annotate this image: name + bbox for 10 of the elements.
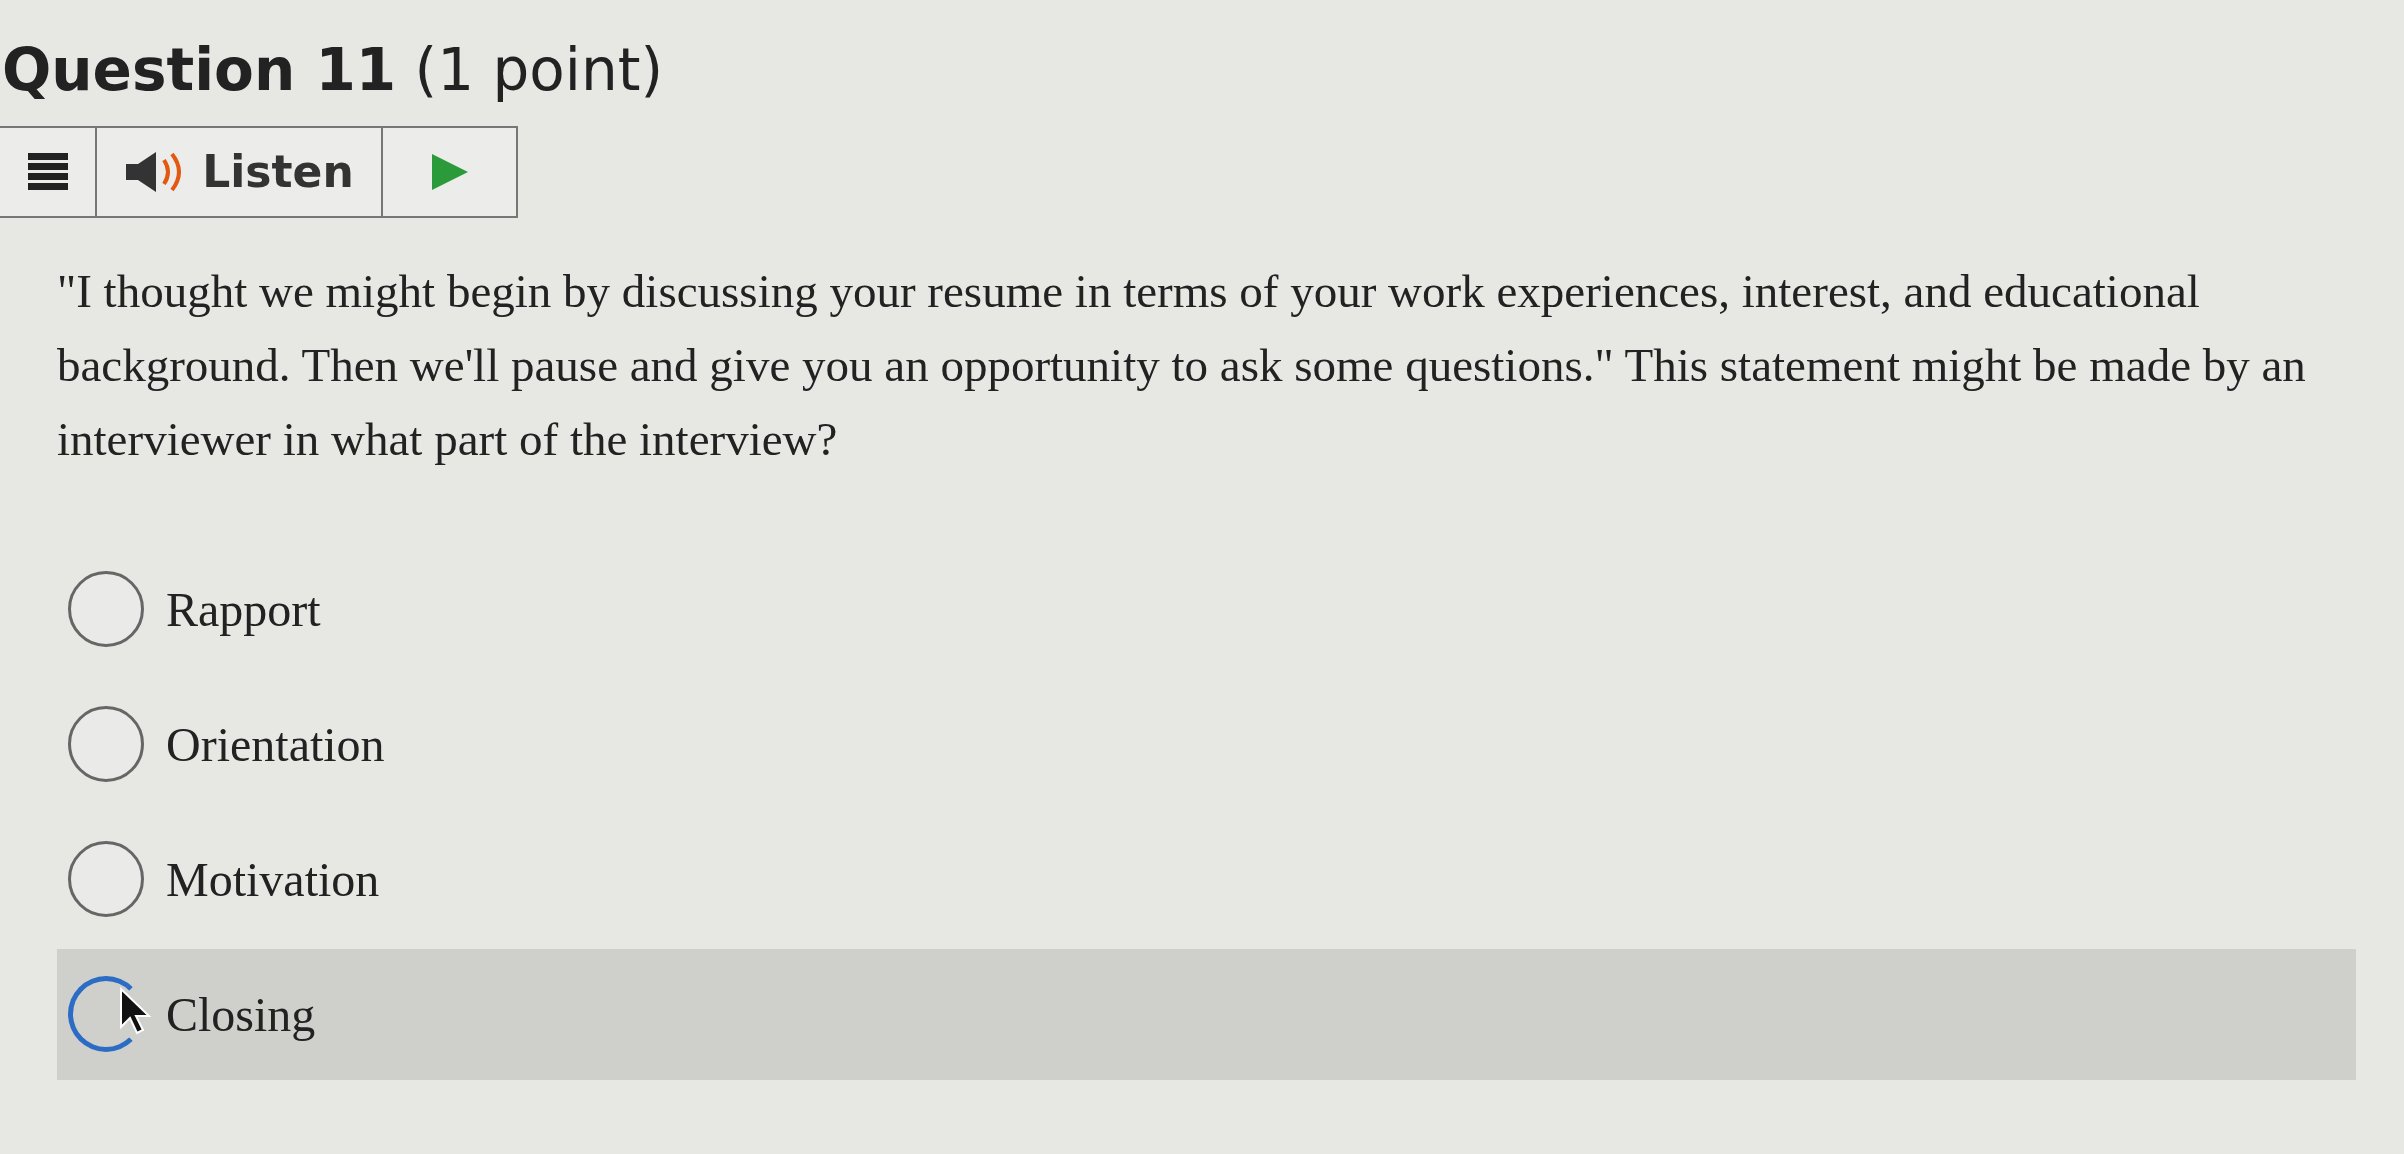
- play-icon: [431, 153, 468, 190]
- option-label[interactable]: Orientation: [166, 716, 385, 772]
- option-label[interactable]: Closing: [166, 986, 316, 1042]
- question-points: (1 point): [414, 36, 664, 104]
- option-label[interactable]: Motivation: [166, 851, 380, 907]
- question-text: "I thought we might begin by discussing your resume in terms of your work experiences, interest, and educational background. Then we'll pause and give you an opportunity to ask some questions." This statement might be made by an interviewer in what part of the interview?: [57, 263, 2307, 467]
- menu-icon: [27, 152, 68, 191]
- cursor-icon: [119, 986, 153, 1035]
- question-number: Question 11: [2, 36, 397, 104]
- option-label[interactable]: Rapport: [166, 581, 321, 637]
